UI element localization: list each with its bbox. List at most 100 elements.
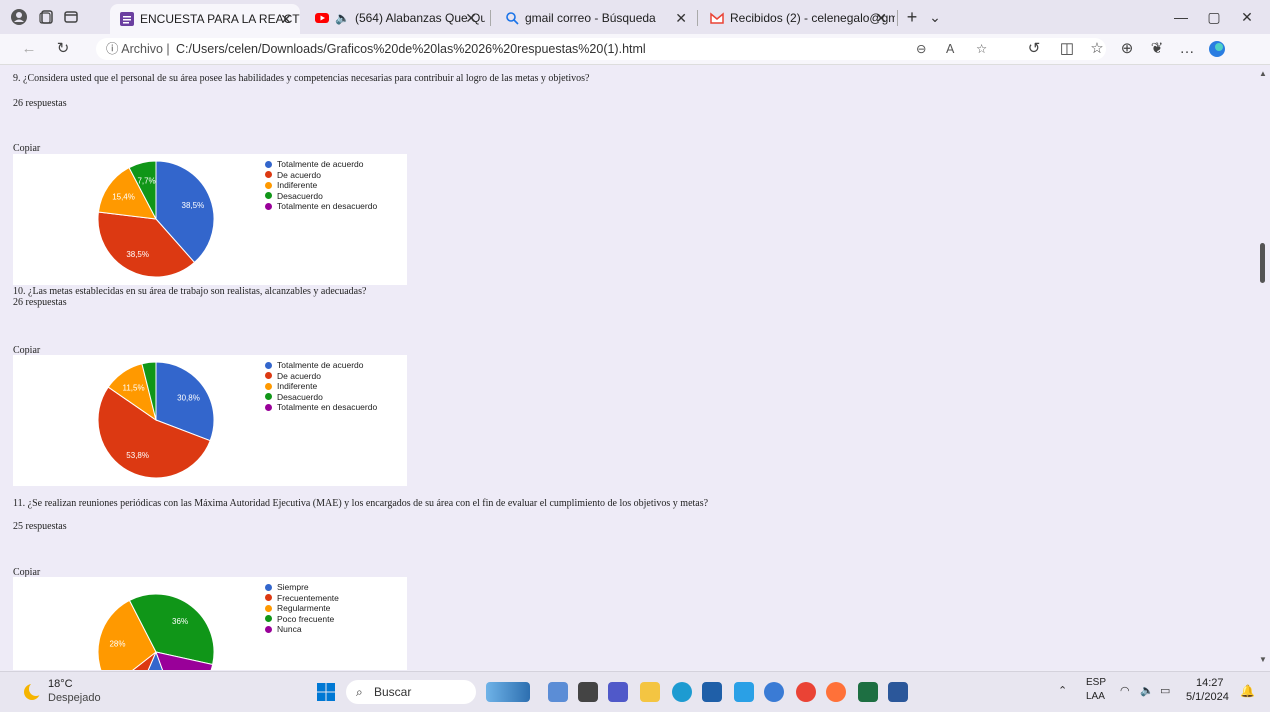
task-view-icon[interactable]: [578, 682, 598, 702]
close-icon[interactable]: ✕: [465, 10, 477, 27]
pie-data-label: 38,5%: [182, 201, 205, 210]
tray-chevron-icon[interactable]: ⌃: [1058, 684, 1067, 697]
excel-icon[interactable]: [858, 682, 878, 702]
tab-bar: ENCUESTA PARA LA REACTIVACI ✕ 🔈 (564) Al…: [0, 0, 1270, 34]
mail-icon[interactable]: [734, 682, 754, 702]
favorites-icon[interactable]: ☆: [1088, 40, 1106, 58]
legend-swatch: [265, 361, 272, 369]
legend-item[interactable]: Nunca: [265, 624, 339, 635]
legend-swatch: [265, 160, 272, 168]
legend-swatch: [265, 393, 272, 401]
clock-time[interactable]: 14:27: [1196, 677, 1224, 689]
widget-icon[interactable]: [486, 682, 530, 702]
legend-item[interactable]: De acuerdo: [265, 170, 377, 181]
favorite-star-icon[interactable]: ☆: [976, 38, 987, 60]
scrollbar-thumb[interactable]: [1260, 243, 1265, 283]
file-explorer-icon[interactable]: [640, 682, 660, 702]
new-tab-icon[interactable]: +: [903, 8, 921, 26]
chart-legend: Siempre Frecuentemente Regularmente Poco fr…: [265, 582, 339, 635]
battery-icon[interactable]: ▭: [1160, 684, 1170, 697]
pie-chart-q11-svg: 12%28%36%: [97, 593, 215, 670]
url-text[interactable]: C:/Users/celen/Downloads/Graficos%20de%2…: [176, 38, 646, 60]
notification-bell-icon[interactable]: 🔔: [1240, 684, 1255, 698]
tab-gmail-search[interactable]: gmail correo - Búsqueda ✕: [495, 5, 695, 31]
extensions-icon[interactable]: ❦: [1148, 40, 1166, 58]
collections-icon[interactable]: ⊕: [1118, 40, 1136, 58]
profile-icon[interactable]: [10, 8, 28, 26]
moon-weather-icon[interactable]: [22, 682, 42, 702]
legend-item[interactable]: Frecuentemente: [265, 593, 339, 604]
legend-item[interactable]: Poco frecuente: [265, 614, 339, 625]
legend-label: Desacuerdo: [277, 391, 323, 402]
legend-swatch: [265, 604, 272, 612]
site-info[interactable]: ⓘ Archivo |: [106, 38, 170, 60]
tab-actions-icon[interactable]: [62, 8, 80, 26]
scroll-up-icon[interactable]: ▲: [1259, 69, 1267, 78]
close-icon[interactable]: ✕: [280, 11, 292, 28]
copilot-icon[interactable]: [1208, 40, 1226, 58]
taskbar-search[interactable]: ⌕ Buscar: [346, 680, 476, 704]
back-icon[interactable]: ←: [20, 40, 38, 58]
refresh-icon[interactable]: ↻: [54, 40, 72, 58]
firefox-icon[interactable]: [826, 682, 846, 702]
legend-item[interactable]: Totalmente de acuerdo: [265, 159, 377, 170]
window-close-icon[interactable]: ✕: [1238, 8, 1256, 26]
legend-item[interactable]: Siempre: [265, 582, 339, 593]
legend-item[interactable]: Totalmente en desacuerdo: [265, 402, 377, 413]
legend-item[interactable]: Desacuerdo: [265, 191, 377, 202]
legend-item[interactable]: Desacuerdo: [265, 392, 377, 403]
clock-date[interactable]: 5/1/2024: [1186, 691, 1229, 703]
legend-label: Totalmente en desacuerdo: [277, 201, 378, 212]
legend-item[interactable]: Indiferente: [265, 180, 377, 191]
tab-gmail-inbox[interactable]: Recibidos (2) - celenegalo@gma ✕: [700, 5, 895, 31]
refresh-sync-icon[interactable]: ↺: [1025, 40, 1043, 58]
language-top[interactable]: ESP: [1086, 677, 1106, 688]
scroll-down-icon[interactable]: ▼: [1259, 655, 1267, 664]
split-screen-icon[interactable]: ◫: [1058, 40, 1076, 58]
tab-list-chevron-icon[interactable]: ⌄: [926, 8, 944, 26]
windows-start-icon[interactable]: [316, 682, 336, 702]
legend-item[interactable]: De acuerdo: [265, 371, 377, 382]
word-icon[interactable]: [888, 682, 908, 702]
read-aloud-icon[interactable]: A: [946, 38, 954, 60]
speaker-icon[interactable]: 🔈: [335, 11, 350, 25]
question-11-title: 11. ¿Se realizan reuniones periódicas co…: [13, 498, 709, 509]
chrome-icon[interactable]: [796, 682, 816, 702]
legend-item[interactable]: Totalmente de acuerdo: [265, 360, 377, 371]
legend-label: De acuerdo: [277, 169, 321, 180]
legend-item[interactable]: Regularmente: [265, 603, 339, 614]
question-10-title: 10. ¿Las metas establecidas en su área d…: [13, 286, 367, 297]
teams-icon[interactable]: [548, 682, 568, 702]
legend-label: Totalmente en desacuerdo: [277, 402, 378, 413]
tab-encuesta[interactable]: ENCUESTA PARA LA REACTIVACI ✕: [110, 4, 300, 34]
gmail-icon: [710, 12, 724, 24]
edge-icon[interactable]: [672, 682, 692, 702]
close-icon[interactable]: ✕: [675, 10, 687, 27]
volume-icon[interactable]: 🔈: [1140, 684, 1154, 697]
zoom-icon[interactable]: ⊖: [916, 38, 926, 60]
wifi-icon[interactable]: ◠: [1120, 684, 1130, 697]
tab-label: ENCUESTA PARA LA REACTIVACI: [140, 12, 300, 26]
restore-icon[interactable]: ▢: [1205, 8, 1223, 26]
minimize-icon[interactable]: —: [1172, 8, 1190, 26]
weather-temp[interactable]: 18°C: [48, 678, 73, 690]
legend-label: Desacuerdo: [277, 190, 323, 201]
more-icon[interactable]: …: [1178, 40, 1196, 58]
help-icon[interactable]: [764, 682, 784, 702]
address-bar[interactable]: ⓘ Archivo | C:/Users/celen/Downloads/Gra…: [96, 38, 1106, 60]
vertical-scrollbar[interactable]: ▲ ▼: [1256, 65, 1270, 670]
weather-desc[interactable]: Despejado: [48, 692, 101, 704]
close-icon[interactable]: ✕: [875, 10, 887, 27]
copy-button[interactable]: Copiar: [13, 143, 40, 154]
legend-item[interactable]: Indiferente: [265, 381, 377, 392]
language-bottom[interactable]: LAA: [1086, 691, 1105, 702]
tab-label: Recibidos (2) - celenegalo@gma: [730, 11, 895, 25]
teams-chat-icon[interactable]: [608, 682, 628, 702]
pie-data-label: 11,5%: [122, 384, 144, 393]
store-icon[interactable]: [702, 682, 722, 702]
taskbar: 18°C Despejado ⌕ Buscar ⌃ ESP LAA ◠ 🔈 ▭ …: [0, 671, 1270, 712]
tab-youtube[interactable]: 🔈 (564) Alabanzas Que Quitan ✕: [305, 5, 485, 31]
search-placeholder: Buscar: [374, 685, 412, 699]
legend-item[interactable]: Totalmente en desacuerdo: [265, 201, 377, 212]
workspaces-icon[interactable]: [38, 8, 56, 26]
